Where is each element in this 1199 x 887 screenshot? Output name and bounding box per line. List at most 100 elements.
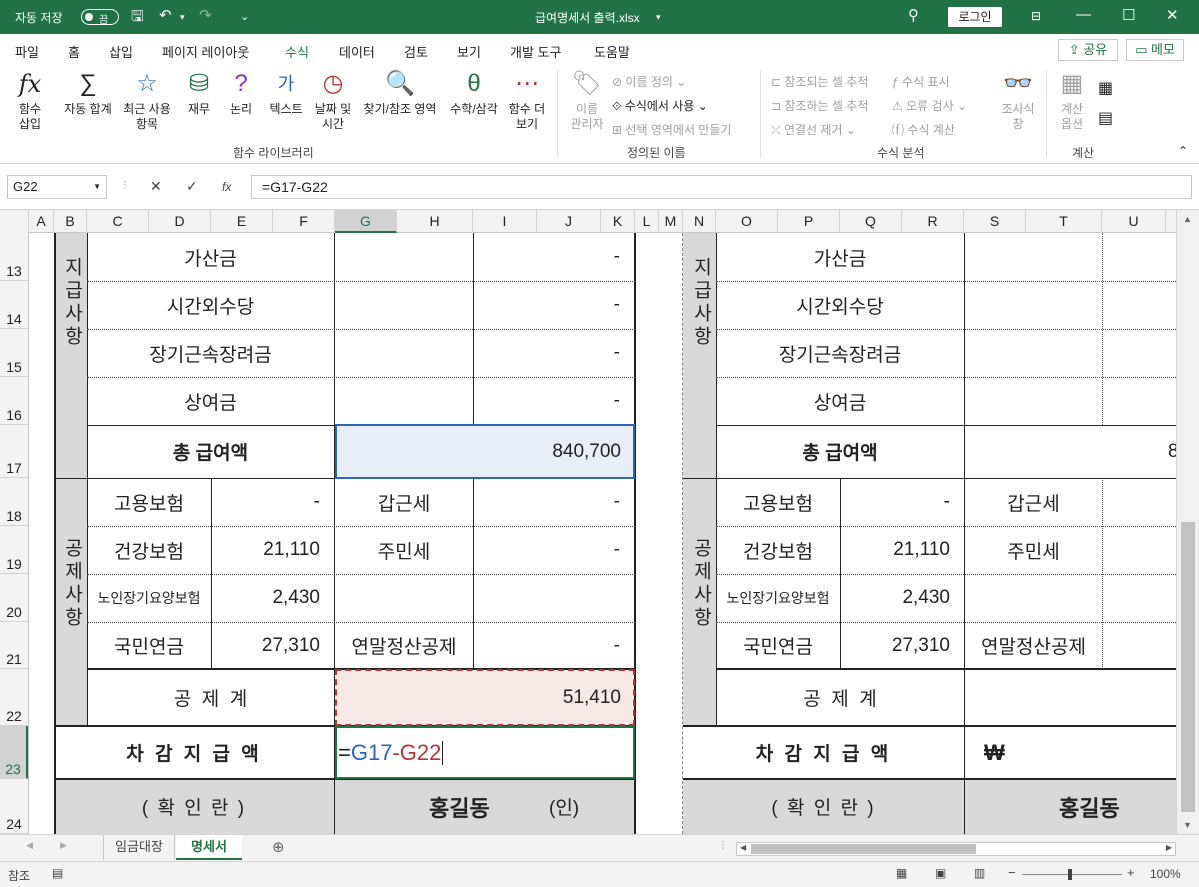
scroll-right-icon[interactable]: ▶: [1166, 843, 1172, 852]
name-box-dropdown-icon[interactable]: ▼: [93, 176, 101, 198]
column-header[interactable]: D: [149, 210, 211, 233]
insert-function-button[interactable]: fx 함수 삽입: [10, 70, 50, 132]
sheet-tab-active[interactable]: 명세서: [176, 835, 242, 860]
text-functions-button[interactable]: 가 텍스트: [266, 70, 306, 117]
name-manager-button[interactable]: 🏷 이름 관리자: [565, 70, 609, 132]
more-functions-button[interactable]: ⋯ 함수 더 보기: [505, 70, 549, 132]
enter-icon[interactable]: ✓: [186, 178, 198, 195]
redo-icon[interactable]: ↷: [199, 6, 212, 24]
column-header[interactable]: H: [397, 210, 473, 233]
column-header[interactable]: N: [683, 210, 716, 233]
recent-functions-button[interactable]: ☆ 최근 사용 항목: [120, 70, 174, 132]
zoom-slider-thumb[interactable]: [1068, 869, 1072, 880]
tab-help[interactable]: 도움말: [594, 42, 630, 61]
name-box[interactable]: G22 ▼: [7, 175, 107, 199]
hscroll-thumb[interactable]: [751, 844, 976, 854]
column-header[interactable]: O: [716, 210, 778, 233]
column-header[interactable]: B: [54, 210, 87, 233]
zoom-level[interactable]: 100%: [1150, 867, 1181, 881]
calc-options-button[interactable]: ▦ 계산 옵션: [1052, 70, 1092, 132]
calc-now-icon[interactable]: ▦: [1098, 78, 1113, 98]
sheet-tab[interactable]: 임금대장: [103, 835, 175, 860]
save-icon[interactable]: 🖫: [131, 6, 144, 31]
column-header[interactable]: F: [273, 210, 335, 233]
row-header[interactable]: 15: [0, 329, 28, 377]
undo-icon[interactable]: ↶: [159, 6, 172, 24]
worksheet-grid[interactable]: 지급사항 공제사항 가산금 - 시간외수당 - 장기근속장려금 - 상여금 - …: [29, 233, 1176, 834]
row-header-selected[interactable]: 23: [0, 726, 28, 779]
row-header[interactable]: 24: [0, 779, 28, 834]
column-header[interactable]: M: [659, 210, 683, 233]
column-header[interactable]: T: [1026, 210, 1102, 233]
ribbon-display-options-icon[interactable]: ⊟: [1031, 9, 1041, 23]
add-sheet-icon[interactable]: ⊕: [272, 838, 285, 856]
trace-precedents-button[interactable]: ⊏ 참조되는 셀 추적: [771, 73, 868, 90]
column-header[interactable]: L: [635, 210, 659, 233]
column-header[interactable]: Q: [840, 210, 902, 233]
column-header[interactable]: S: [964, 210, 1026, 233]
undo-dropdown-icon[interactable]: ▾: [180, 12, 185, 23]
math-button[interactable]: θ 수학/삼각: [446, 70, 502, 117]
lookup-button[interactable]: 🔍 찾기/참조 영역: [358, 70, 442, 117]
memo-button[interactable]: ▭ 메모: [1126, 39, 1184, 61]
macro-record-icon[interactable]: ▤: [52, 866, 63, 880]
page-break-view-icon[interactable]: ▥: [974, 866, 985, 880]
close-icon[interactable]: ✕: [1166, 6, 1179, 24]
tab-page-layout[interactable]: 페이지 레이아웃: [162, 42, 249, 61]
search-icon[interactable]: ⚲: [908, 6, 919, 24]
autosave-toggle[interactable]: 끔: [81, 9, 119, 26]
normal-view-icon[interactable]: ▦: [896, 866, 907, 880]
row-header[interactable]: 14: [0, 281, 28, 329]
column-header[interactable]: E: [211, 210, 273, 233]
maximize-icon[interactable]: ☐: [1122, 6, 1135, 24]
row-header[interactable]: 17: [0, 425, 28, 478]
select-all-corner[interactable]: [0, 210, 29, 233]
tab-home[interactable]: 홈: [68, 42, 80, 61]
column-header[interactable]: R: [902, 210, 964, 233]
tab-split-icon[interactable]: ⋮: [718, 840, 728, 851]
row-header[interactable]: 21: [0, 622, 28, 669]
row-header[interactable]: 16: [0, 377, 28, 425]
column-header[interactable]: I: [473, 210, 537, 233]
customize-qat-icon[interactable]: ⌄: [240, 10, 249, 23]
scroll-down-icon[interactable]: ▼: [1183, 820, 1192, 830]
row-header[interactable]: 13: [0, 233, 28, 281]
show-formulas-button[interactable]: ƒ 수식 표시: [892, 73, 950, 90]
scroll-thumb[interactable]: [1181, 522, 1195, 812]
row-header[interactable]: 22: [0, 669, 28, 726]
next-sheet-icon[interactable]: ▶: [60, 840, 67, 851]
tab-data[interactable]: 데이터: [339, 42, 375, 61]
zoom-in-icon[interactable]: +: [1127, 865, 1135, 880]
page-layout-view-icon[interactable]: ▣: [935, 866, 946, 880]
zoom-out-icon[interactable]: −: [1008, 865, 1016, 880]
tab-file[interactable]: 파일: [15, 42, 39, 61]
vertical-scrollbar[interactable]: ▲ ▼: [1176, 210, 1199, 834]
autosum-button[interactable]: ∑ 자동 합계: [60, 70, 116, 117]
use-in-formula-button[interactable]: ⟐ 수식에서 사용 ⌄: [612, 97, 708, 114]
tab-view[interactable]: 보기: [457, 42, 481, 61]
define-name-button[interactable]: ⊘ 이름 정의 ⌄: [612, 73, 686, 90]
tab-developer[interactable]: 개발 도구: [510, 42, 561, 61]
create-from-selection-button[interactable]: ⊞ 선택 영역에서 만들기: [612, 121, 731, 138]
collapse-ribbon-icon[interactable]: ⌃: [1178, 144, 1188, 158]
prev-sheet-icon[interactable]: ◀: [26, 840, 33, 851]
column-header[interactable]: K: [601, 210, 635, 233]
error-checking-button[interactable]: ⚠ 오류 검사 ⌄: [892, 97, 967, 114]
column-header[interactable]: C: [87, 210, 149, 233]
remove-arrows-button[interactable]: ⤫ 연결선 제거 ⌄: [771, 121, 856, 138]
watch-window-button[interactable]: 👓 조사식 창: [996, 70, 1040, 132]
column-header[interactable]: U: [1102, 210, 1166, 233]
insert-function-icon[interactable]: fx: [222, 180, 231, 194]
formula-input[interactable]: =G17-G22: [251, 175, 1192, 199]
scroll-left-icon[interactable]: ◀: [740, 843, 746, 852]
zoom-slider[interactable]: [1022, 874, 1122, 875]
column-header[interactable]: J: [537, 210, 601, 233]
row-header[interactable]: 19: [0, 526, 28, 574]
evaluate-formula-button[interactable]: ⒡ 수식 계산: [892, 121, 955, 138]
share-button[interactable]: ⇪ 공유: [1058, 39, 1118, 61]
column-header-selected[interactable]: G: [335, 210, 397, 233]
calc-sheet-icon[interactable]: ▤: [1098, 108, 1113, 128]
row-header[interactable]: 18: [0, 478, 28, 526]
minimize-icon[interactable]: —: [1076, 6, 1091, 23]
tab-review[interactable]: 검토: [404, 42, 428, 61]
